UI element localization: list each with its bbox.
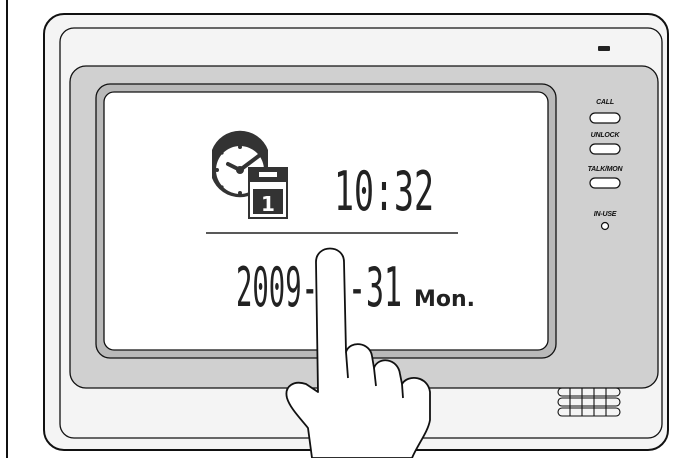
date-display: 2009- — [236, 256, 318, 319]
power-led — [598, 46, 610, 51]
talk-mon-button[interactable] — [589, 177, 621, 189]
date-display-day: -31 — [348, 256, 402, 319]
unlock-button[interactable] — [589, 143, 621, 155]
talk-mon-button-label: TALK/MON — [587, 166, 623, 173]
call-button-label: CALL — [596, 99, 614, 106]
calendar-day-number: 1 — [261, 192, 275, 216]
time-display: 10:32 — [334, 160, 434, 223]
unlock-button-label: UNLOCK — [590, 132, 620, 139]
in-use-led — [600, 221, 610, 231]
weekday-display: Mon. — [414, 287, 475, 312]
call-button[interactable] — [589, 112, 621, 124]
in-use-label: IN-USE — [593, 211, 617, 218]
video-intercom-device: 1 10:32 2009- -31 Mon. — [43, 13, 669, 458]
